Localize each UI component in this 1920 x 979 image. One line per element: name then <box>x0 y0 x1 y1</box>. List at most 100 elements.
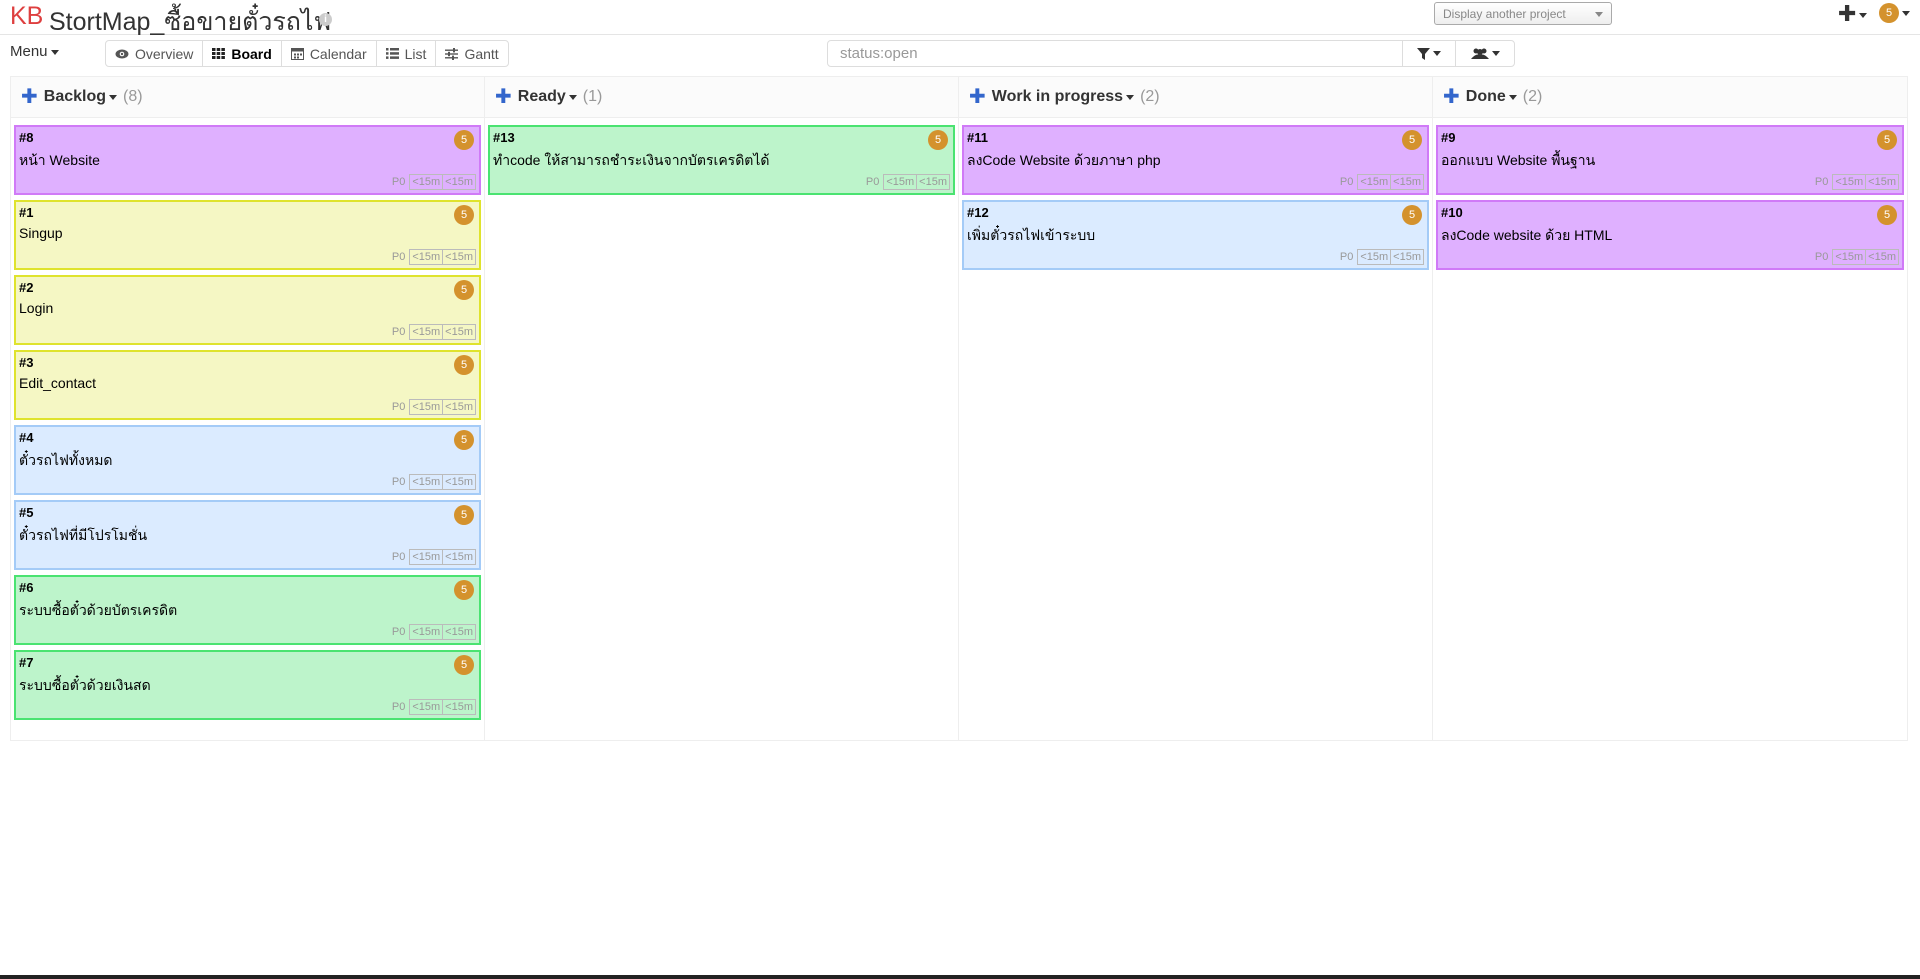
task-card[interactable]: #11 5 ลงCode Website ด้วยภาษา php P0 <15m <15… <box>962 125 1429 195</box>
info-icon[interactable]: i <box>319 13 332 26</box>
column-count: (2) <box>1522 88 1543 105</box>
task-card[interactable]: #1 5 Singup P0 <15m <15m <box>14 200 481 270</box>
avatar: 5 <box>1877 130 1897 150</box>
add-task-icon[interactable]: ✚ <box>21 87 38 107</box>
view-list[interactable]: List <box>377 41 437 66</box>
column-count: (2) <box>1140 88 1160 105</box>
task-title[interactable]: ออกแบบ Website พื้นฐาน <box>1441 150 1595 172</box>
column-cards: #13 5 ทำcode ให้สามารถชำระเงินจากบัตรเครดิ… <box>485 118 958 195</box>
task-assignee[interactable]: 5 <box>454 205 474 225</box>
task-title[interactable]: Login <box>19 300 53 316</box>
task-title[interactable]: ระบบซื้อตั๋วด้วยบัตรเครดิต <box>19 600 177 622</box>
task-card[interactable]: #12 5 เพิ่มตั๋วรถไฟเข้าระบบ P0 <15m <15m <box>962 200 1429 270</box>
column-done: ✚ Done (2) #9 5 ออกแบบ Website พื้นฐาน P0 <1… <box>1433 77 1907 740</box>
task-id-link[interactable]: #8 <box>19 130 33 145</box>
task-card[interactable]: #2 5 Login P0 <15m <15m <box>14 275 481 345</box>
column-title[interactable]: Done <box>1466 88 1506 106</box>
task-card[interactable]: #10 5 ลงCode website ด้วย HTML P0 <15m <15m <box>1436 200 1904 270</box>
task-title[interactable]: ตั๋วรถไฟทั้งหมด <box>19 450 113 472</box>
column-ready: ✚ Ready (1) #13 5 ทำcode ให้สามารถชำระเงิน… <box>485 77 959 740</box>
caret-down-icon[interactable] <box>1508 94 1517 100</box>
filter-button[interactable] <box>1402 41 1455 66</box>
task-card[interactable]: #3 5 Edit_contact P0 <15m <15m <box>14 350 481 420</box>
task-id-link[interactable]: #9 <box>1441 130 1455 145</box>
view-board[interactable]: Board <box>203 41 282 66</box>
task-assignee[interactable]: 5 <box>1877 130 1897 150</box>
time-estimated: <15m <box>1832 249 1867 265</box>
task-assignee[interactable]: 5 <box>454 505 474 525</box>
task-assignee[interactable]: 5 <box>454 280 474 300</box>
filter-icon <box>1417 47 1430 60</box>
task-id-link[interactable]: #1 <box>19 205 33 220</box>
task-id-link[interactable]: #12 <box>967 205 989 220</box>
view-gantt[interactable]: Gantt <box>436 41 507 66</box>
column-header: ✚ Ready (1) <box>485 77 958 118</box>
task-assignee[interactable]: 5 <box>454 355 474 375</box>
task-card[interactable]: #4 5 ตั๋วรถไฟทั้งหมด P0 <15m <15m <box>14 425 481 495</box>
avatar: 5 <box>454 505 474 525</box>
task-id-link[interactable]: #7 <box>19 655 33 670</box>
task-id-link[interactable]: #5 <box>19 505 33 520</box>
time-spent: <15m <box>1866 249 1899 265</box>
task-assignee[interactable]: 5 <box>454 430 474 450</box>
task-title[interactable]: Singup <box>19 225 63 241</box>
task-card[interactable]: #8 5 หน้า Website P0 <15m <15m <box>14 125 481 195</box>
task-priority: P0 <box>391 176 406 188</box>
menu-dropdown[interactable]: Menu <box>10 43 59 60</box>
task-card[interactable]: #7 5 ระบบซื้อตั๋วด้วยเงินสด P0 <15m <15m <box>14 650 481 720</box>
column-title[interactable]: Work in progress <box>992 88 1123 106</box>
task-title[interactable]: หน้า Website <box>19 150 100 172</box>
task-id-link[interactable]: #3 <box>19 355 33 370</box>
task-card[interactable]: #13 5 ทำcode ให้สามารถชำระเงินจากบัตรเครดิ… <box>488 125 955 195</box>
column-title[interactable]: Ready <box>518 88 566 106</box>
task-title[interactable]: ตั๋วรถไฟที่มีโปรโมชั่น <box>19 525 147 547</box>
create-menu-button[interactable]: ✚ <box>1838 1 1868 27</box>
caret-down-icon[interactable] <box>568 94 577 100</box>
users-filter-button[interactable] <box>1455 41 1514 66</box>
add-task-icon[interactable]: ✚ <box>969 87 986 107</box>
task-card[interactable]: #5 5 ตั๋วรถไฟที่มีโปรโมชั่น P0 <15m <15m <box>14 500 481 570</box>
task-id-link[interactable]: #13 <box>493 130 515 145</box>
list-icon <box>385 48 399 59</box>
task-footer: P0 <15m <15m <box>392 399 476 415</box>
task-card[interactable]: #9 5 ออกแบบ Website พื้นฐาน P0 <15m <15m <box>1436 125 1904 195</box>
avatar: 5 <box>454 355 474 375</box>
caret-down-icon[interactable] <box>1126 94 1135 100</box>
task-title[interactable]: ทำcode ให้สามารถชำระเงินจากบัตรเครดิตได้ <box>493 150 770 172</box>
task-title[interactable]: ลงCode website ด้วย HTML <box>1441 225 1612 247</box>
task-title[interactable]: Edit_contact <box>19 375 96 391</box>
add-task-icon[interactable]: ✚ <box>1443 87 1460 107</box>
task-assignee[interactable]: 5 <box>928 130 948 150</box>
task-id-link[interactable]: #11 <box>967 130 988 145</box>
task-assignee[interactable]: 5 <box>1877 205 1897 225</box>
task-assignee[interactable]: 5 <box>454 130 474 150</box>
task-priority: P0 <box>391 476 406 488</box>
task-title[interactable]: ลงCode Website ด้วยภาษา php <box>967 150 1161 172</box>
task-title[interactable]: เพิ่มตั๋วรถไฟเข้าระบบ <box>967 225 1095 247</box>
view-overview[interactable]: Overview <box>106 41 204 66</box>
task-assignee[interactable]: 5 <box>1402 205 1422 225</box>
add-task-icon[interactable]: ✚ <box>495 87 512 107</box>
task-assignee[interactable]: 5 <box>454 580 474 600</box>
view-calendar[interactable]: Calendar <box>282 41 377 66</box>
task-id-link[interactable]: #6 <box>19 580 33 595</box>
task-id-link[interactable]: #2 <box>19 280 33 295</box>
task-card[interactable]: #6 5 ระบบซื้อตั๋วด้วยบัตรเครดิต P0 <15m <15m <box>14 575 481 645</box>
caret-down-icon[interactable] <box>109 94 118 100</box>
task-id-link[interactable]: #4 <box>19 430 33 445</box>
task-priority: P0 <box>1339 251 1354 263</box>
users-icon <box>1470 48 1489 59</box>
avatar: 5 <box>1877 205 1897 225</box>
app-logo[interactable]: KB <box>10 2 43 31</box>
search-input[interactable]: status:open <box>828 41 1402 66</box>
task-title[interactable]: ระบบซื้อตั๋วด้วยเงินสด <box>19 675 151 697</box>
time-estimated: <15m <box>409 399 444 415</box>
column-title[interactable]: Backlog <box>44 88 106 106</box>
task-assignee[interactable]: 5 <box>454 655 474 675</box>
time-estimated: <15m <box>409 249 444 265</box>
user-menu-button[interactable]: 5 <box>1879 3 1910 23</box>
project-selector[interactable]: Display another project <box>1434 2 1612 25</box>
task-id-link[interactable]: #10 <box>1441 205 1463 220</box>
task-priority: P0 <box>391 326 406 338</box>
task-assignee[interactable]: 5 <box>1402 130 1422 150</box>
